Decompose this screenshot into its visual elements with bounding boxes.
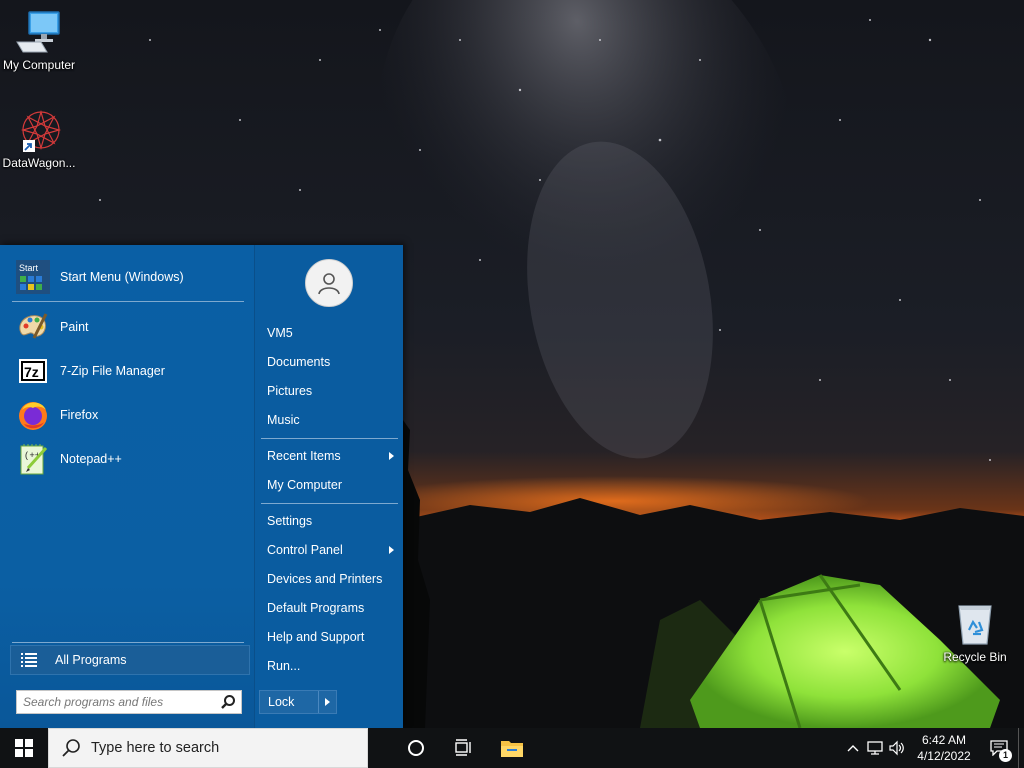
folder-icon <box>501 741 523 757</box>
show-hidden-icons-button[interactable] <box>842 728 864 768</box>
place-item-control-panel[interactable]: Control Panel <box>261 537 398 563</box>
divider <box>12 301 244 302</box>
desktop-icon-label: My Computer <box>2 58 76 72</box>
divider <box>261 438 398 439</box>
start-menu-places-pane: VM5 Documents Pictures Music Recent Item… <box>254 245 403 728</box>
place-label: Music <box>267 413 300 427</box>
clock-date: 4/12/2022 <box>917 749 971 763</box>
place-label: Documents <box>267 355 331 369</box>
taskbar-search-box[interactable]: Type here to search <box>48 728 368 768</box>
clock-time: 6:42 AM <box>921 733 967 747</box>
program-item-firefox[interactable]: Firefox <box>8 395 246 435</box>
all-programs-label: All Programs <box>55 653 127 667</box>
network-icon <box>867 741 883 755</box>
place-label: Devices and Printers <box>267 572 383 586</box>
divider <box>12 642 244 643</box>
list-icon <box>21 653 37 667</box>
notepad-plus-plus-icon: (++ <box>20 444 48 475</box>
place-label: Recent Items <box>267 449 341 463</box>
recycle-bin-icon <box>958 605 992 645</box>
place-item-default-programs[interactable]: Default Programs <box>261 595 398 621</box>
datawagon-app-icon <box>20 109 62 152</box>
speaker-icon <box>889 740 904 756</box>
place-item-help-and-support[interactable]: Help and Support <box>261 624 398 650</box>
start-tile-text: Start <box>19 263 39 273</box>
clock[interactable]: 6:42 AM 4/12/2022 <box>908 732 980 764</box>
program-item-notepad-plus-plus[interactable]: (++ Notepad++ <box>8 439 246 479</box>
7zip-icon: 7z <box>19 359 47 383</box>
place-label: Pictures <box>267 384 313 398</box>
desktop-icon-label: DataWagon... <box>2 156 76 170</box>
place-label: VM5 <box>267 326 293 340</box>
start-menu-search-box <box>16 690 242 714</box>
notification-count-badge: 1 <box>999 749 1012 762</box>
start-button[interactable] <box>0 728 48 768</box>
volume-button[interactable] <box>886 728 908 768</box>
cortana-circle-icon <box>408 740 424 756</box>
program-label: Notepad++ <box>60 452 122 466</box>
desktop-icon-recycle-bin[interactable]: Recycle Bin <box>936 600 1014 664</box>
search-icon <box>62 739 80 757</box>
lock-button[interactable]: Lock <box>259 690 337 714</box>
place-label: Control Panel <box>267 543 343 557</box>
taskbar-search-placeholder: Type here to search <box>91 740 220 756</box>
desktop-icon-datawagon[interactable]: DataWagon... <box>0 106 78 170</box>
program-item-paint[interactable]: Paint <box>8 307 246 347</box>
start-menu-settings-icon: Start <box>16 260 50 294</box>
network-button[interactable] <box>864 728 886 768</box>
place-label: Settings <box>267 514 313 528</box>
place-label: Help and Support <box>267 630 365 644</box>
start-menu-programs-pane: Start Start Menu (Windows) Paint 7z 7-Zi… <box>0 245 254 728</box>
show-desktop-button[interactable] <box>1018 728 1024 768</box>
system-tray: 6:42 AM 4/12/2022 1 <box>842 728 1024 768</box>
user-avatar[interactable] <box>305 259 353 307</box>
place-item-settings[interactable]: Settings <box>261 508 398 534</box>
place-label: Run... <box>267 659 301 673</box>
place-item-my-computer[interactable]: My Computer <box>261 472 398 498</box>
taskbar: Type here to search 6:42 AM 4/12/2022 1 <box>0 728 1024 768</box>
desktop-icon-my-computer[interactable]: My Computer <box>0 8 78 72</box>
paint-palette-icon <box>19 313 48 339</box>
task-view-icon <box>455 739 471 756</box>
place-item-pictures[interactable]: Pictures <box>261 378 398 404</box>
place-label: My Computer <box>267 478 343 492</box>
action-center-button[interactable]: 1 <box>980 728 1018 768</box>
program-label: Paint <box>60 320 89 334</box>
program-label: Firefox <box>60 408 99 422</box>
place-item-documents[interactable]: Documents <box>261 349 398 375</box>
program-item-start-menu-settings[interactable]: Start Start Menu (Windows) <box>8 257 246 297</box>
svg-text:7z: 7z <box>24 364 39 380</box>
chevron-up-icon <box>847 745 859 752</box>
submenu-arrow-icon <box>389 452 394 460</box>
start-menu: Start Start Menu (Windows) Paint 7z 7-Zi… <box>0 245 403 728</box>
lock-label: Lock <box>268 695 295 709</box>
place-label: Default Programs <box>267 601 365 615</box>
place-item-recent-items[interactable]: Recent Items <box>261 443 398 469</box>
program-item-7zip[interactable]: 7z 7-Zip File Manager <box>8 351 246 391</box>
divider <box>261 503 398 504</box>
place-item-vm5[interactable]: VM5 <box>261 320 398 346</box>
all-programs-button[interactable]: All Programs <box>10 645 250 675</box>
place-item-run[interactable]: Run... <box>261 653 398 679</box>
program-label: 7-Zip File Manager <box>60 364 165 378</box>
cortana-button[interactable] <box>392 728 440 768</box>
firefox-icon <box>19 402 47 430</box>
submenu-arrow-icon <box>389 546 394 554</box>
power-options-arrow-icon[interactable] <box>325 698 330 706</box>
place-item-music[interactable]: Music <box>261 407 398 433</box>
taskbar-file-explorer-button[interactable] <box>488 728 536 768</box>
place-item-devices-and-printers[interactable]: Devices and Printers <box>261 566 398 592</box>
task-view-button[interactable] <box>440 728 488 768</box>
divider <box>318 691 319 713</box>
program-label: Start Menu (Windows) <box>60 270 184 284</box>
start-menu-search-input[interactable] <box>17 691 220 713</box>
windows-logo-icon <box>15 739 33 757</box>
user-icon <box>318 273 340 295</box>
search-icon[interactable] <box>220 694 236 710</box>
computer-icon <box>16 11 60 53</box>
desktop-icon-label: Recycle Bin <box>943 650 1007 664</box>
